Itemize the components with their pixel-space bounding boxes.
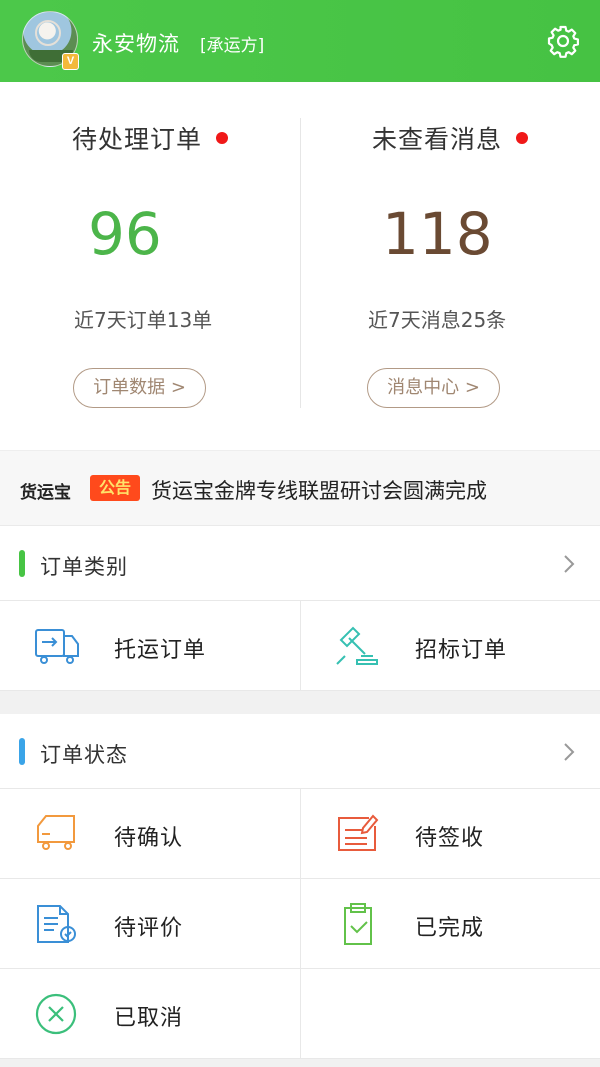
clipboard-check-icon <box>344 903 372 945</box>
company-name: 永安物流 <box>92 32 180 56</box>
consign-order-item[interactable]: 托运订单 <box>0 601 300 691</box>
consign-order-label: 托运订单 <box>114 638 207 663</box>
unread-messages-title: 未查看消息 <box>300 120 600 156</box>
unread-dot <box>516 132 528 144</box>
section-accent-bar <box>19 738 25 765</box>
avatar-image <box>35 20 61 46</box>
empty-cell <box>300 969 600 1059</box>
cancelled-item[interactable]: 已取消 <box>0 969 300 1059</box>
gavel-icon <box>336 626 378 665</box>
completed-item[interactable]: 已完成 <box>300 879 600 969</box>
role-label: [承运方] <box>200 36 265 56</box>
message-center-button[interactable]: 消息中心 > <box>367 368 500 408</box>
unread-messages-count: 118 <box>382 200 493 268</box>
pending-orders-title: 待处理订单 <box>0 120 300 156</box>
pending-sign-item[interactable]: 待签收 <box>300 789 600 879</box>
unread-messages-card[interactable]: 未查看消息 118 近7天消息25条 消息中心 > <box>300 82 600 447</box>
cancelled-label: 已取消 <box>114 1006 184 1031</box>
chevron-right-icon[interactable] <box>562 741 576 763</box>
pending-orders-count: 96 <box>88 200 162 268</box>
pending-orders-subtitle: 近7天订单13单 <box>74 308 213 332</box>
completed-label: 已完成 <box>415 916 485 941</box>
section-gap <box>0 691 600 714</box>
order-data-button[interactable]: 订单数据 > <box>73 368 206 408</box>
delivery-truck-icon <box>37 815 75 850</box>
notice-text[interactable]: 货运宝金牌专线联盟研讨会圆满完成 <box>151 475 487 505</box>
verified-badge: V <box>62 53 79 70</box>
pending-review-item[interactable]: 待评价 <box>0 879 300 969</box>
order-category-header[interactable]: 订单类别 <box>0 526 600 601</box>
truck-icon <box>35 629 79 664</box>
order-status-header[interactable]: 订单状态 <box>0 714 600 789</box>
order-status-title: 订单状态 <box>40 743 128 767</box>
section-accent-bar <box>19 550 25 577</box>
announcement-bar[interactable]: 货运宝 公告 货运宝金牌专线联盟研讨会圆满完成 <box>0 450 600 526</box>
sign-form-icon <box>338 814 379 851</box>
bid-order-label: 招标订单 <box>415 638 508 663</box>
pending-confirm-item[interactable]: 待确认 <box>0 789 300 879</box>
notice-brand: 货运宝 <box>20 483 71 503</box>
stats-panel: 待处理订单 96 近7天订单13单 订单数据 > 未查看消息 118 近7天消息… <box>0 82 600 447</box>
unread-messages-subtitle: 近7天消息25条 <box>368 308 507 332</box>
chevron-right-icon[interactable] <box>562 553 576 575</box>
review-document-icon <box>37 905 76 943</box>
unread-dot <box>216 132 228 144</box>
pending-orders-card[interactable]: 待处理订单 96 近7天订单13单 订单数据 > <box>0 82 300 447</box>
bid-order-item[interactable]: 招标订单 <box>300 601 600 691</box>
bottom-gap <box>0 1059 600 1067</box>
pending-sign-label: 待签收 <box>415 826 485 851</box>
order-category-title: 订单类别 <box>40 555 128 579</box>
app-header: V 永安物流 [承运方] <box>0 0 600 82</box>
notice-tag: 公告 <box>90 475 140 501</box>
pending-review-label: 待评价 <box>114 916 184 941</box>
pending-confirm-label: 待确认 <box>114 826 184 851</box>
cancel-circle-icon <box>35 993 77 1035</box>
gear-icon[interactable] <box>546 24 580 58</box>
